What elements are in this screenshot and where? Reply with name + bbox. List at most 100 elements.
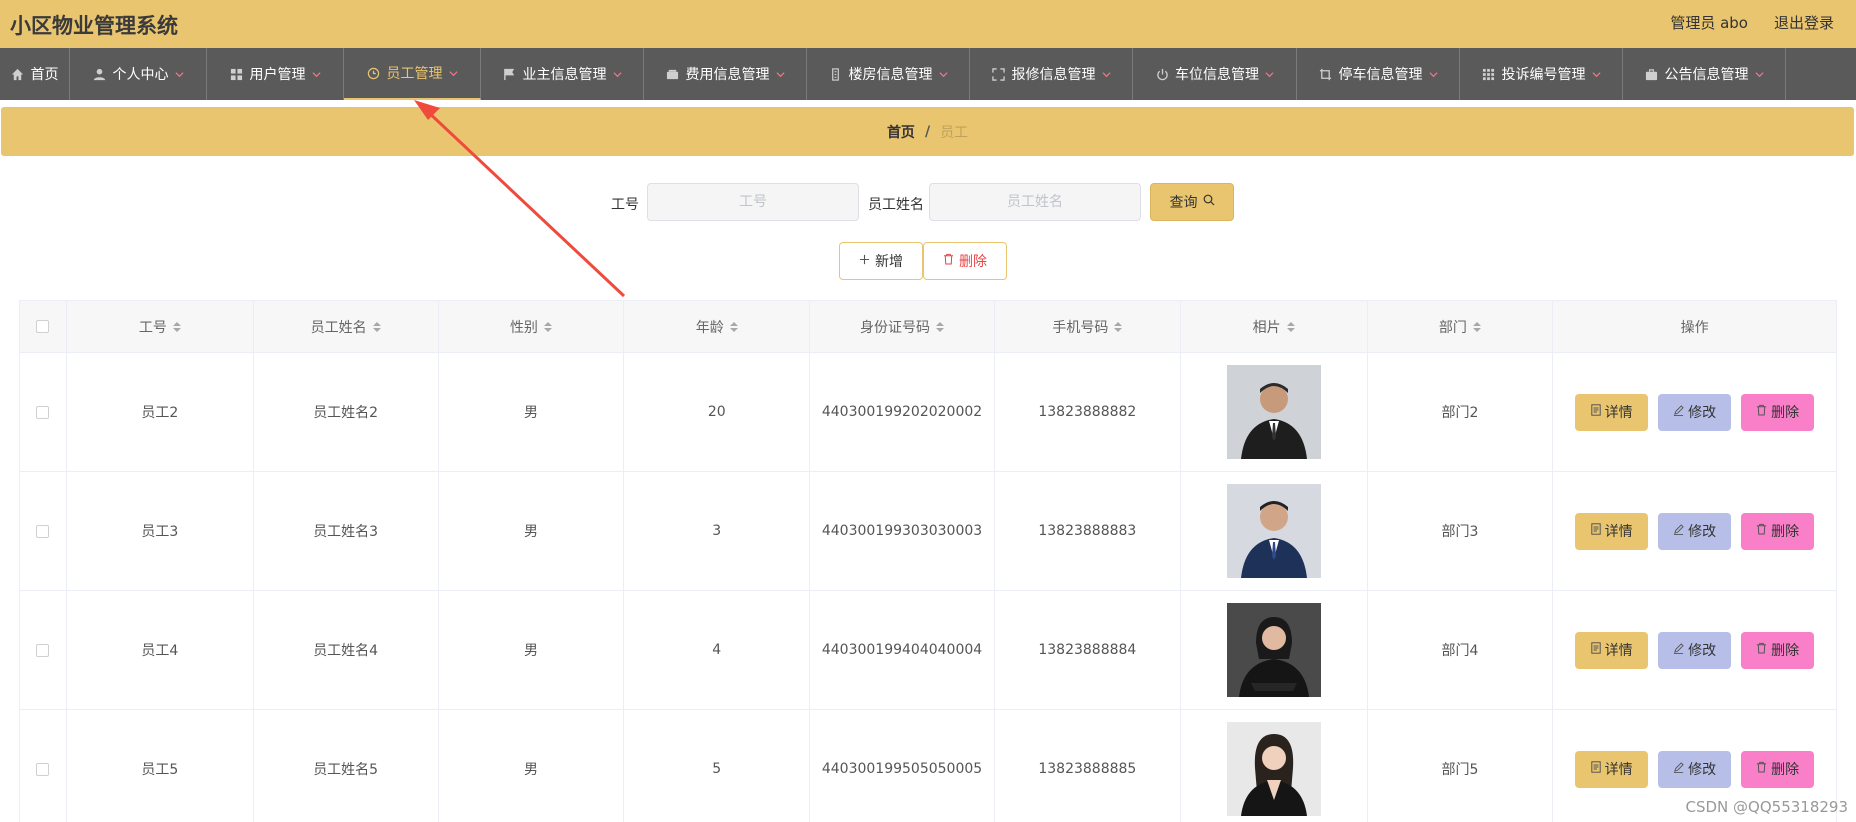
column-title: 年龄: [695, 319, 724, 336]
gender-cell: 男: [439, 472, 625, 590]
add-button[interactable]: 新增: [839, 242, 923, 280]
gender-cell: 男: [439, 353, 625, 471]
delete-label: 删除: [1771, 524, 1800, 540]
delete-label: 删除: [959, 254, 987, 270]
emp-name-cell: 员工姓名4: [254, 591, 439, 709]
detail-button[interactable]: 详情: [1575, 512, 1649, 550]
nav-item-personal-center[interactable]: 个人中心: [70, 48, 207, 100]
column-header[interactable]: 相片: [1181, 301, 1368, 352]
staff-photo[interactable]: [1226, 484, 1321, 578]
delete-button[interactable]: 删除: [1741, 393, 1815, 431]
nav-item-parking-space-info[interactable]: 车位信息管理: [1133, 48, 1297, 100]
nav-item-parking-info[interactable]: 停车信息管理: [1297, 48, 1460, 100]
detail-button[interactable]: 详情: [1575, 750, 1649, 788]
delete-button[interactable]: 删除: [1741, 631, 1815, 669]
column-header[interactable]: 手机号码: [995, 301, 1181, 352]
edit-button[interactable]: 修改: [1658, 393, 1732, 431]
nav-label: 公告信息管理: [1664, 67, 1749, 83]
nav-label: 首页: [30, 67, 59, 83]
delete-button[interactable]: 删除: [1741, 512, 1815, 550]
nav-item-repair-info[interactable]: 报修信息管理: [970, 48, 1133, 100]
column-header[interactable]: 性别: [439, 301, 625, 352]
row-checkbox[interactable]: [36, 405, 50, 419]
query-label: 查询: [1169, 195, 1198, 211]
power-icon: [1155, 67, 1169, 81]
emp-no-input[interactable]: [647, 183, 859, 221]
emp-name-input[interactable]: [929, 183, 1141, 221]
photo-cell: [1181, 353, 1368, 471]
document-icon: [1590, 642, 1601, 658]
nav-item-user-management[interactable]: 用户管理: [207, 48, 344, 100]
column-header[interactable]: 身份证号码: [810, 301, 995, 352]
edit-button[interactable]: 修改: [1658, 750, 1732, 788]
gender-cell: 男: [439, 591, 625, 709]
toolbar: 新增 删除: [0, 242, 1856, 280]
ops-cell: 详情 修改 删除: [1553, 353, 1836, 471]
nav-label: 个人中心: [112, 67, 169, 83]
query-button[interactable]: 查询: [1150, 183, 1234, 221]
staff-photo[interactable]: [1226, 603, 1321, 697]
emp-no-label: 工号: [611, 197, 639, 213]
clock-icon: [367, 66, 381, 80]
select-all-checkbox[interactable]: [36, 320, 50, 333]
row-checkbox[interactable]: [36, 643, 50, 657]
emp-no-cell: 员工5: [67, 710, 254, 822]
admin-user-label[interactable]: 管理员 abo: [1670, 12, 1748, 33]
nav-item-owner-info[interactable]: 业主信息管理: [481, 48, 644, 100]
detail-button[interactable]: 详情: [1575, 631, 1649, 669]
sort-icon[interactable]: [172, 321, 181, 332]
sort-icon[interactable]: [372, 321, 381, 332]
nav-item-staff-management[interactable]: 员工管理: [344, 48, 481, 100]
detail-label: 详情: [1604, 762, 1633, 778]
sort-icon[interactable]: [1286, 321, 1295, 332]
sort-icon[interactable]: [1114, 321, 1123, 332]
staff-photo[interactable]: [1226, 365, 1321, 459]
pencil-icon: [1673, 404, 1684, 420]
phone-cell: 13823888884: [995, 591, 1181, 709]
user-icon: [93, 67, 107, 81]
column-header[interactable]: 工号: [67, 301, 254, 352]
dept-cell: 部门4: [1368, 591, 1554, 709]
detail-label: 详情: [1604, 524, 1633, 540]
logout-link[interactable]: 退出登录: [1774, 12, 1834, 33]
chevron-down-icon: [311, 70, 321, 79]
age-cell: 5: [624, 710, 811, 822]
edit-button[interactable]: 修改: [1658, 512, 1732, 550]
nav-item-home[interactable]: 首页: [0, 48, 70, 100]
column-header[interactable]: 员工姓名: [254, 301, 439, 352]
emp-no-cell: 员工3: [67, 472, 254, 590]
nav-item-building-info[interactable]: 楼房信息管理: [807, 48, 970, 100]
delete-button[interactable]: 删除: [1741, 750, 1815, 788]
chevron-down-icon: [174, 70, 184, 79]
dept-cell: 部门3: [1368, 472, 1554, 590]
sort-icon[interactable]: [1472, 321, 1481, 332]
nav-item-notice-info[interactable]: 公告信息管理: [1623, 48, 1786, 100]
nav-item-fee-info[interactable]: 费用信息管理: [644, 48, 807, 100]
table-row: 员工4 员工姓名4 男 4 440300199404040004 1382388…: [20, 591, 1836, 710]
row-checkbox[interactable]: [36, 524, 50, 538]
nav-label: 投诉编号管理: [1501, 67, 1586, 83]
sort-icon[interactable]: [729, 321, 738, 332]
chevron-down-icon: [1754, 70, 1764, 79]
column-title: 性别: [509, 319, 538, 336]
staff-photo[interactable]: [1226, 722, 1321, 816]
sort-icon[interactable]: [936, 321, 945, 332]
column-title: 相片: [1252, 319, 1281, 336]
column-header[interactable]: 年龄: [624, 301, 811, 352]
row-checkbox[interactable]: [36, 762, 50, 776]
nav-item-complaint-management[interactable]: 投诉编号管理: [1460, 48, 1623, 100]
table-row: 员工5 员工姓名5 男 5 440300199505050005 1382388…: [20, 710, 1836, 822]
edit-button[interactable]: 修改: [1658, 631, 1732, 669]
detail-button[interactable]: 详情: [1575, 393, 1649, 431]
apps-icon: [1482, 67, 1496, 81]
batch-delete-button[interactable]: 删除: [923, 242, 1007, 280]
plus-icon: [859, 253, 870, 269]
breadcrumb-home[interactable]: 首页: [887, 122, 915, 142]
column-header[interactable]: 部门: [1368, 301, 1554, 352]
delete-label: 删除: [1771, 643, 1800, 659]
sort-icon[interactable]: [543, 321, 552, 332]
edit-label: 修改: [1688, 524, 1717, 540]
column-header: 操作: [1553, 301, 1836, 352]
main-nav: 首页 个人中心 用户管理 员工管理 业主信息管理 费用信息管理 楼房信息管理 报…: [0, 48, 1856, 100]
id-card-cell: 440300199202020002: [810, 353, 995, 471]
